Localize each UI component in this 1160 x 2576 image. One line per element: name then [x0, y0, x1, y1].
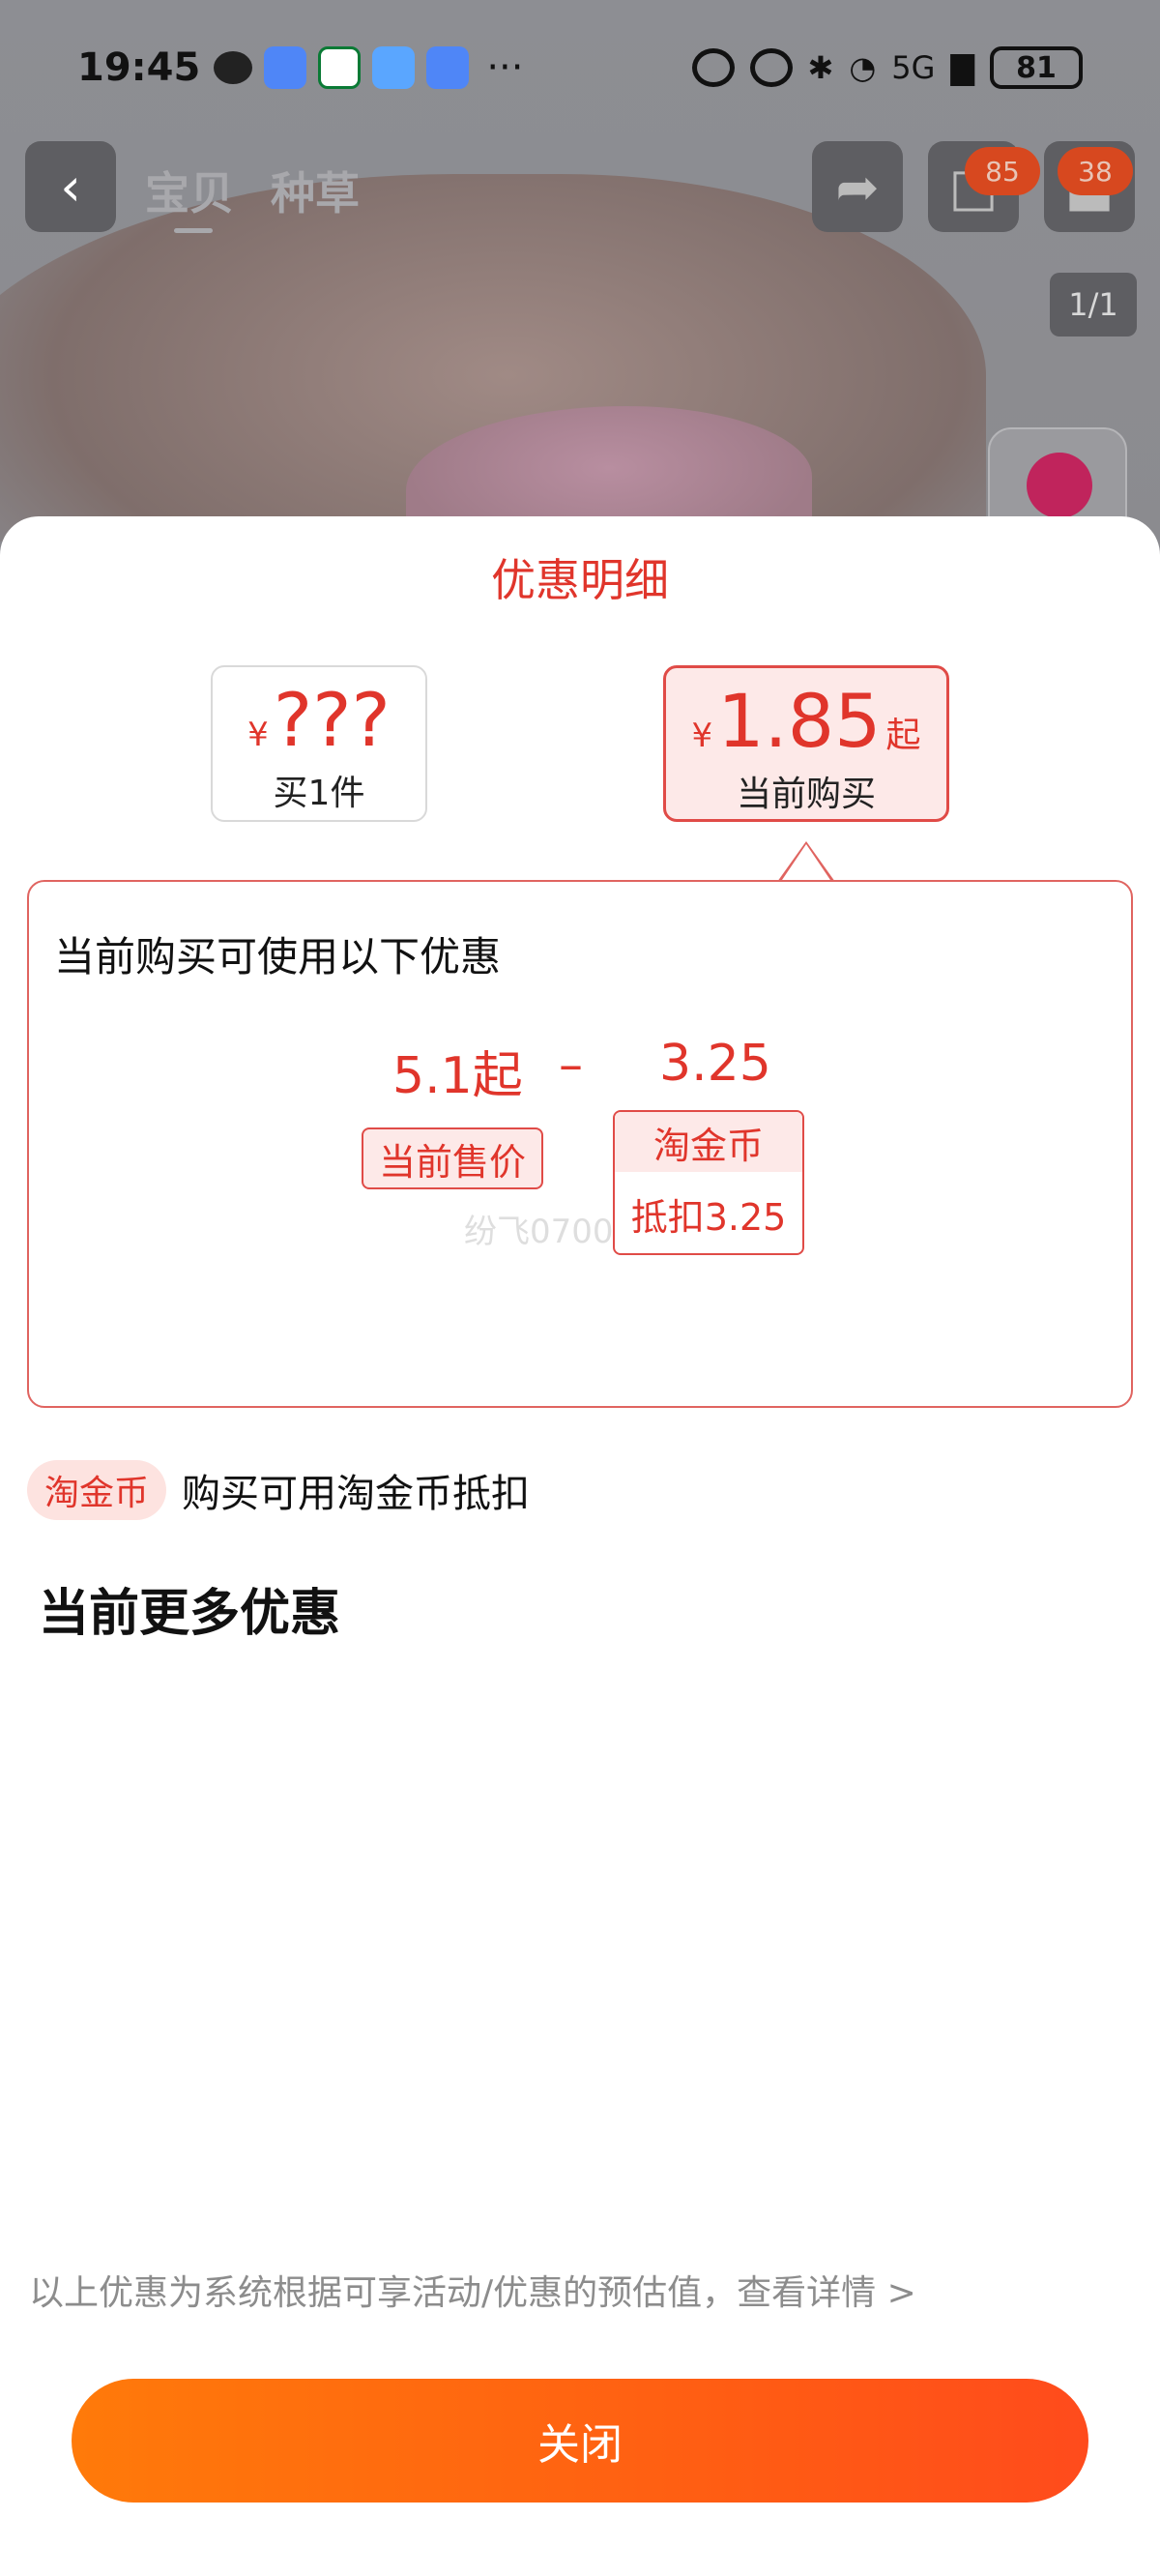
back-button[interactable]: ‹: [25, 141, 116, 232]
price-card-label: 当前购买: [736, 775, 876, 814]
discount-calculation-box: 当前购买可使用以下优惠 5.1起 – 3.25 当前售价 淘金币 抵扣3.25 …: [27, 880, 1133, 1408]
coin-info-text: 购买可用淘金币抵扣: [182, 1472, 531, 1516]
detail-pointer: [777, 841, 835, 883]
product-top-nav: ‹ 宝贝 种草 ➦ □ ■ 85 38: [0, 135, 1160, 242]
bluetooth-icon: ✱: [807, 49, 834, 86]
price-card-label: 买1件: [273, 774, 365, 813]
price-line: ¥ ???: [213, 677, 425, 763]
price-suffix: 起: [885, 716, 921, 755]
watermark: 纷飞0700: [464, 1213, 614, 1251]
discount-detail-sheet: 优惠明细 ¥ ??? 买1件 ¥ 1.85 起 当前购买 当前购买可使用以下优惠…: [0, 516, 1160, 2576]
battery-level: 81: [1016, 50, 1057, 85]
chevron-left-icon: ‹: [60, 156, 81, 218]
tab-recommend[interactable]: 种草: [271, 159, 360, 222]
eye-icon: [691, 48, 735, 87]
detail-heading: 当前购买可使用以下优惠: [54, 933, 502, 981]
yen-symbol: ¥: [247, 716, 269, 754]
price-value: 1.85: [717, 678, 882, 764]
coin-badge: 淘金币: [27, 1460, 167, 1520]
share-button[interactable]: ➦: [812, 141, 903, 232]
deduction-value: 3.25: [659, 1035, 771, 1093]
image-pager: 1/1: [1050, 273, 1137, 337]
price-value: ???: [273, 677, 391, 763]
alarm-icon: [749, 48, 793, 87]
yen-symbol: ¥: [691, 717, 713, 755]
message-icon: [426, 46, 470, 89]
price-line: ¥ 1.85 起: [666, 678, 946, 764]
chart-icon: [1027, 453, 1092, 518]
network-type: 5G: [891, 49, 936, 86]
status-time: 19:45: [77, 45, 201, 90]
message-icon: [264, 46, 307, 89]
tab-active-indicator: [174, 228, 213, 233]
close-button[interactable]: 关闭: [72, 2379, 1088, 2503]
base-price-value: 5.1起: [392, 1047, 523, 1105]
tab-item[interactable]: 宝贝: [145, 159, 234, 222]
wechat-icon: [214, 51, 253, 84]
base-price-tag: 当前售价: [362, 1127, 543, 1189]
wifi-icon: ◔: [849, 49, 877, 86]
price-card-buy-one[interactable]: ¥ ??? 买1件: [211, 665, 427, 822]
more-notifications-icon: ···: [486, 45, 524, 90]
coin-deduction-tag: 淘金币 抵扣3.25: [613, 1110, 804, 1255]
battery-icon: 81: [990, 46, 1083, 89]
message-count-badge: 38: [1058, 147, 1133, 195]
coin-tag-header: 淘金币: [615, 1112, 802, 1172]
minus-operator: –: [559, 1037, 583, 1093]
share-icon: ➦: [835, 156, 880, 218]
sheet-title: 优惠明细: [491, 554, 669, 606]
estimate-disclaimer-link[interactable]: 以上优惠为系统根据可享活动/优惠的预估值，查看详情 >: [29, 2265, 916, 2315]
price-card-current[interactable]: ¥ 1.85 起 当前购买: [663, 665, 949, 822]
coin-info-row: 淘金币 购买可用淘金币抵扣: [27, 1458, 530, 1522]
china-post-icon: [318, 46, 362, 89]
status-right: ✱ ◔ 5G ▇ 81: [691, 46, 1083, 89]
coin-tag-amount: 抵扣3.25: [630, 1195, 787, 1239]
weather-icon: [372, 46, 416, 89]
more-discounts-title: 当前更多优惠: [39, 1585, 341, 1643]
signal-icon: ▇: [950, 49, 974, 86]
status-bar: 19:45 ··· ✱ ◔ 5G ▇ 81: [0, 0, 1160, 135]
cart-count-badge: 85: [965, 147, 1040, 195]
